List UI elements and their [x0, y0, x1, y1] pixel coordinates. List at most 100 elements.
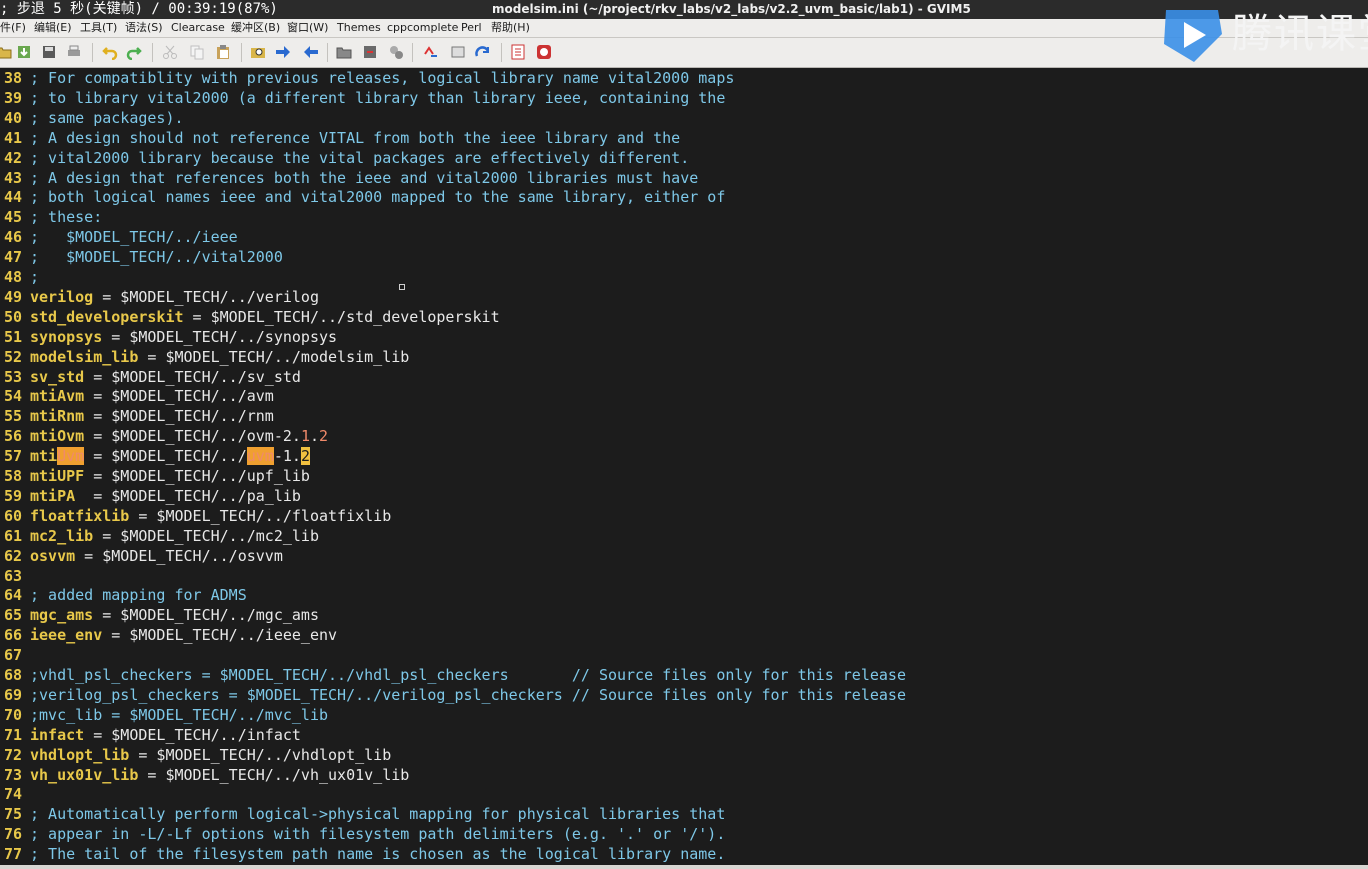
code-line[interactable]: 71 infact = $MODEL_TECH/../infact	[0, 725, 301, 745]
line-text: infact = $MODEL_TECH/../infact	[30, 725, 301, 745]
code-line[interactable]: 61 mc2_lib = $MODEL_TECH/../mc2_lib	[0, 526, 319, 546]
shell-icon[interactable]	[450, 44, 466, 60]
line-number: 43	[3, 168, 22, 187]
menu-edit[interactable]: 编辑(E)	[34, 19, 72, 37]
menu-cppcomplete[interactable]: cppcomplete	[387, 19, 458, 37]
line-text: mtiUvm = $MODEL_TECH/../uvm-1.2	[30, 446, 310, 466]
menu-perl[interactable]: Perl	[461, 19, 482, 37]
code-line[interactable]: 42 ; vital2000 library because the vital …	[0, 148, 689, 168]
code-line[interactable]: 75 ; Automatically perform logical->physi…	[0, 804, 725, 824]
code-line[interactable]: 67	[0, 645, 30, 665]
run-script-icon[interactable]	[388, 44, 404, 60]
line-text: ; appear in -L/-Lf options with filesyst…	[30, 824, 725, 844]
code-line[interactable]: 63	[0, 566, 30, 586]
code-token: ; A design that references both the ieee…	[30, 168, 699, 187]
line-text: vhdlopt_lib = $MODEL_TECH/../vhdlopt_lib	[30, 745, 391, 765]
code-line[interactable]: 53 sv_std = $MODEL_TECH/../sv_std	[0, 367, 301, 387]
code-line[interactable]: 55 mtiRnm = $MODEL_TECH/../rnm	[0, 406, 274, 426]
code-line[interactable]: 64 ; added mapping for ADMS	[0, 585, 247, 605]
code-line[interactable]: 59 mtiPA = $MODEL_TECH/../pa_lib	[0, 486, 301, 506]
save-icon[interactable]	[16, 44, 32, 60]
code-line[interactable]: 56 mtiOvm = $MODEL_TECH/../ovm-2.1.2	[0, 426, 328, 446]
load-session-icon[interactable]	[336, 44, 352, 60]
code-line[interactable]: 44 ; both logical names ieee and vital200…	[0, 187, 725, 207]
menu-clearcase[interactable]: Clearcase	[171, 19, 225, 37]
code-token: ;	[30, 268, 40, 286]
tag-jump-icon[interactable]	[475, 44, 491, 60]
video-progress-overlay: ; 步退 5 秒(关键帧) / 00:39:19(87%)	[0, 1, 278, 17]
code-line[interactable]: 58 mtiUPF = $MODEL_TECH/../upf_lib	[0, 466, 310, 486]
toolbar-separator	[501, 43, 502, 62]
code-line[interactable]: 65 mgc_ams = $MODEL_TECH/../mgc_ams	[0, 605, 319, 625]
code-line[interactable]: 47 ; $MODEL_TECH/../vital2000	[0, 247, 283, 267]
code-line[interactable]: 48;	[0, 267, 39, 287]
code-line[interactable]: 76 ; appear in -L/-Lf options with filesy…	[0, 824, 725, 844]
line-number: 50	[3, 307, 22, 326]
code-line[interactable]: 57 mtiUvm = $MODEL_TECH/../uvm-1.2	[0, 446, 310, 466]
code-line[interactable]: 45 ; these:	[0, 207, 102, 227]
line-number: 71	[3, 725, 22, 744]
code-line[interactable]: 52 modelsim_lib = $MODEL_TECH/../modelsim…	[0, 347, 409, 367]
menu-tools[interactable]: 工具(T)	[80, 19, 117, 37]
code-line[interactable]: 60 floatfixlib = $MODEL_TECH/../floatfixl…	[0, 506, 391, 526]
code-line[interactable]: 66 ieee_env = $MODEL_TECH/../ieee_env	[0, 625, 337, 645]
undo-icon[interactable]	[102, 44, 118, 60]
line-text: mtiAvm = $MODEL_TECH/../avm	[30, 386, 274, 406]
code-line[interactable]: 62 osvvm = $MODEL_TECH/../osvvm	[0, 546, 283, 566]
open-file-icon[interactable]	[0, 44, 12, 60]
code-token: mtiUPF	[30, 467, 85, 485]
menu-file[interactable]: 件(F)	[0, 19, 26, 37]
code-token: = $MODEL_TECH/../upf_lib	[84, 467, 310, 485]
code-token: ; For compatiblity with previous release…	[30, 69, 735, 87]
code-line[interactable]: 39 ; to library vital2000 (a different li…	[0, 88, 725, 108]
line-number: 72	[3, 745, 22, 764]
code-token: ieee_env	[30, 626, 103, 645]
code-line[interactable]: 46 ; $MODEL_TECH/../ieee	[0, 227, 238, 247]
copy-icon[interactable]	[189, 44, 205, 60]
help-icon[interactable]	[510, 44, 526, 60]
find-prev-icon[interactable]	[303, 44, 319, 60]
code-line[interactable]: 50 std_developerskit = $MODEL_TECH/../std…	[0, 307, 500, 327]
code-line[interactable]: 72 vhdlopt_lib = $MODEL_TECH/../vhdlopt_l…	[0, 745, 391, 765]
code-line[interactable]: 41 ; A design should not reference VITAL …	[0, 128, 680, 148]
replace-icon[interactable]	[250, 44, 266, 60]
menu-syntax[interactable]: 语法(S)	[125, 19, 163, 37]
code-line[interactable]: 73 vh_ux01v_lib = $MODEL_TECH/../vh_ux01v…	[0, 765, 409, 785]
code-line[interactable]: 40 ; same packages).	[0, 108, 184, 128]
code-token: infact	[30, 725, 85, 744]
line-number: 49	[3, 287, 22, 306]
save-all-icon[interactable]	[41, 44, 57, 60]
code-line[interactable]: 43 ; A design that references both the ie…	[0, 168, 698, 188]
code-token: mc2_lib	[30, 526, 94, 545]
cut-icon[interactable]	[162, 44, 178, 60]
redo-icon[interactable]	[126, 44, 142, 60]
menu-buffers[interactable]: 缓冲区(B)	[231, 19, 280, 37]
editor-text-area[interactable]: 38 ; For compatiblity with previous relea…	[0, 68, 1368, 865]
print-icon[interactable]	[66, 44, 82, 60]
make-icon[interactable]	[423, 44, 439, 60]
code-line[interactable]: 51 synopsys = $MODEL_TECH/../synopsys	[0, 327, 337, 347]
code-token: ;vhdl_psl_checkers = $MODEL_TECH/../vhdl…	[30, 666, 906, 684]
code-token: = $MODEL_TECH/../vh_ux01v_lib	[138, 765, 410, 784]
code-token: = $MODEL_TECH/../rnm	[84, 407, 274, 426]
code-line[interactable]: 74	[0, 784, 30, 804]
menu-themes[interactable]: Themes	[337, 19, 381, 37]
code-token: = $MODEL_TECH/../avm	[84, 387, 274, 406]
line-text: mtiUPF = $MODEL_TECH/../upf_lib	[30, 466, 310, 486]
code-line[interactable]: 69 ;verilog_psl_checkers = $MODEL_TECH/..…	[0, 685, 906, 705]
save-session-icon[interactable]	[362, 44, 378, 60]
menu-window[interactable]: 窗口(W)	[287, 19, 328, 37]
find-next-icon[interactable]	[275, 44, 291, 60]
paste-icon[interactable]	[215, 44, 231, 60]
find-help-icon[interactable]	[536, 44, 552, 60]
code-line[interactable]: 77 ; The tail of the filesystem path name…	[0, 844, 725, 864]
menu-help[interactable]: 帮助(H)	[491, 19, 530, 37]
code-line[interactable]: 54 mtiAvm = $MODEL_TECH/../avm	[0, 386, 274, 406]
code-token: sv_std	[30, 367, 85, 386]
code-line[interactable]: 38 ; For compatiblity with previous relea…	[0, 68, 734, 88]
code-line[interactable]: 49 verilog = $MODEL_TECH/../verilog	[0, 287, 319, 307]
code-line[interactable]: 68 ;vhdl_psl_checkers = $MODEL_TECH/../vh…	[0, 665, 906, 685]
code-token: ; $MODEL_TECH/../ieee	[30, 228, 238, 247]
line-number: 47	[3, 248, 22, 267]
code-line[interactable]: 70 ;mvc_lib = $MODEL_TECH/../mvc_lib	[0, 705, 328, 725]
